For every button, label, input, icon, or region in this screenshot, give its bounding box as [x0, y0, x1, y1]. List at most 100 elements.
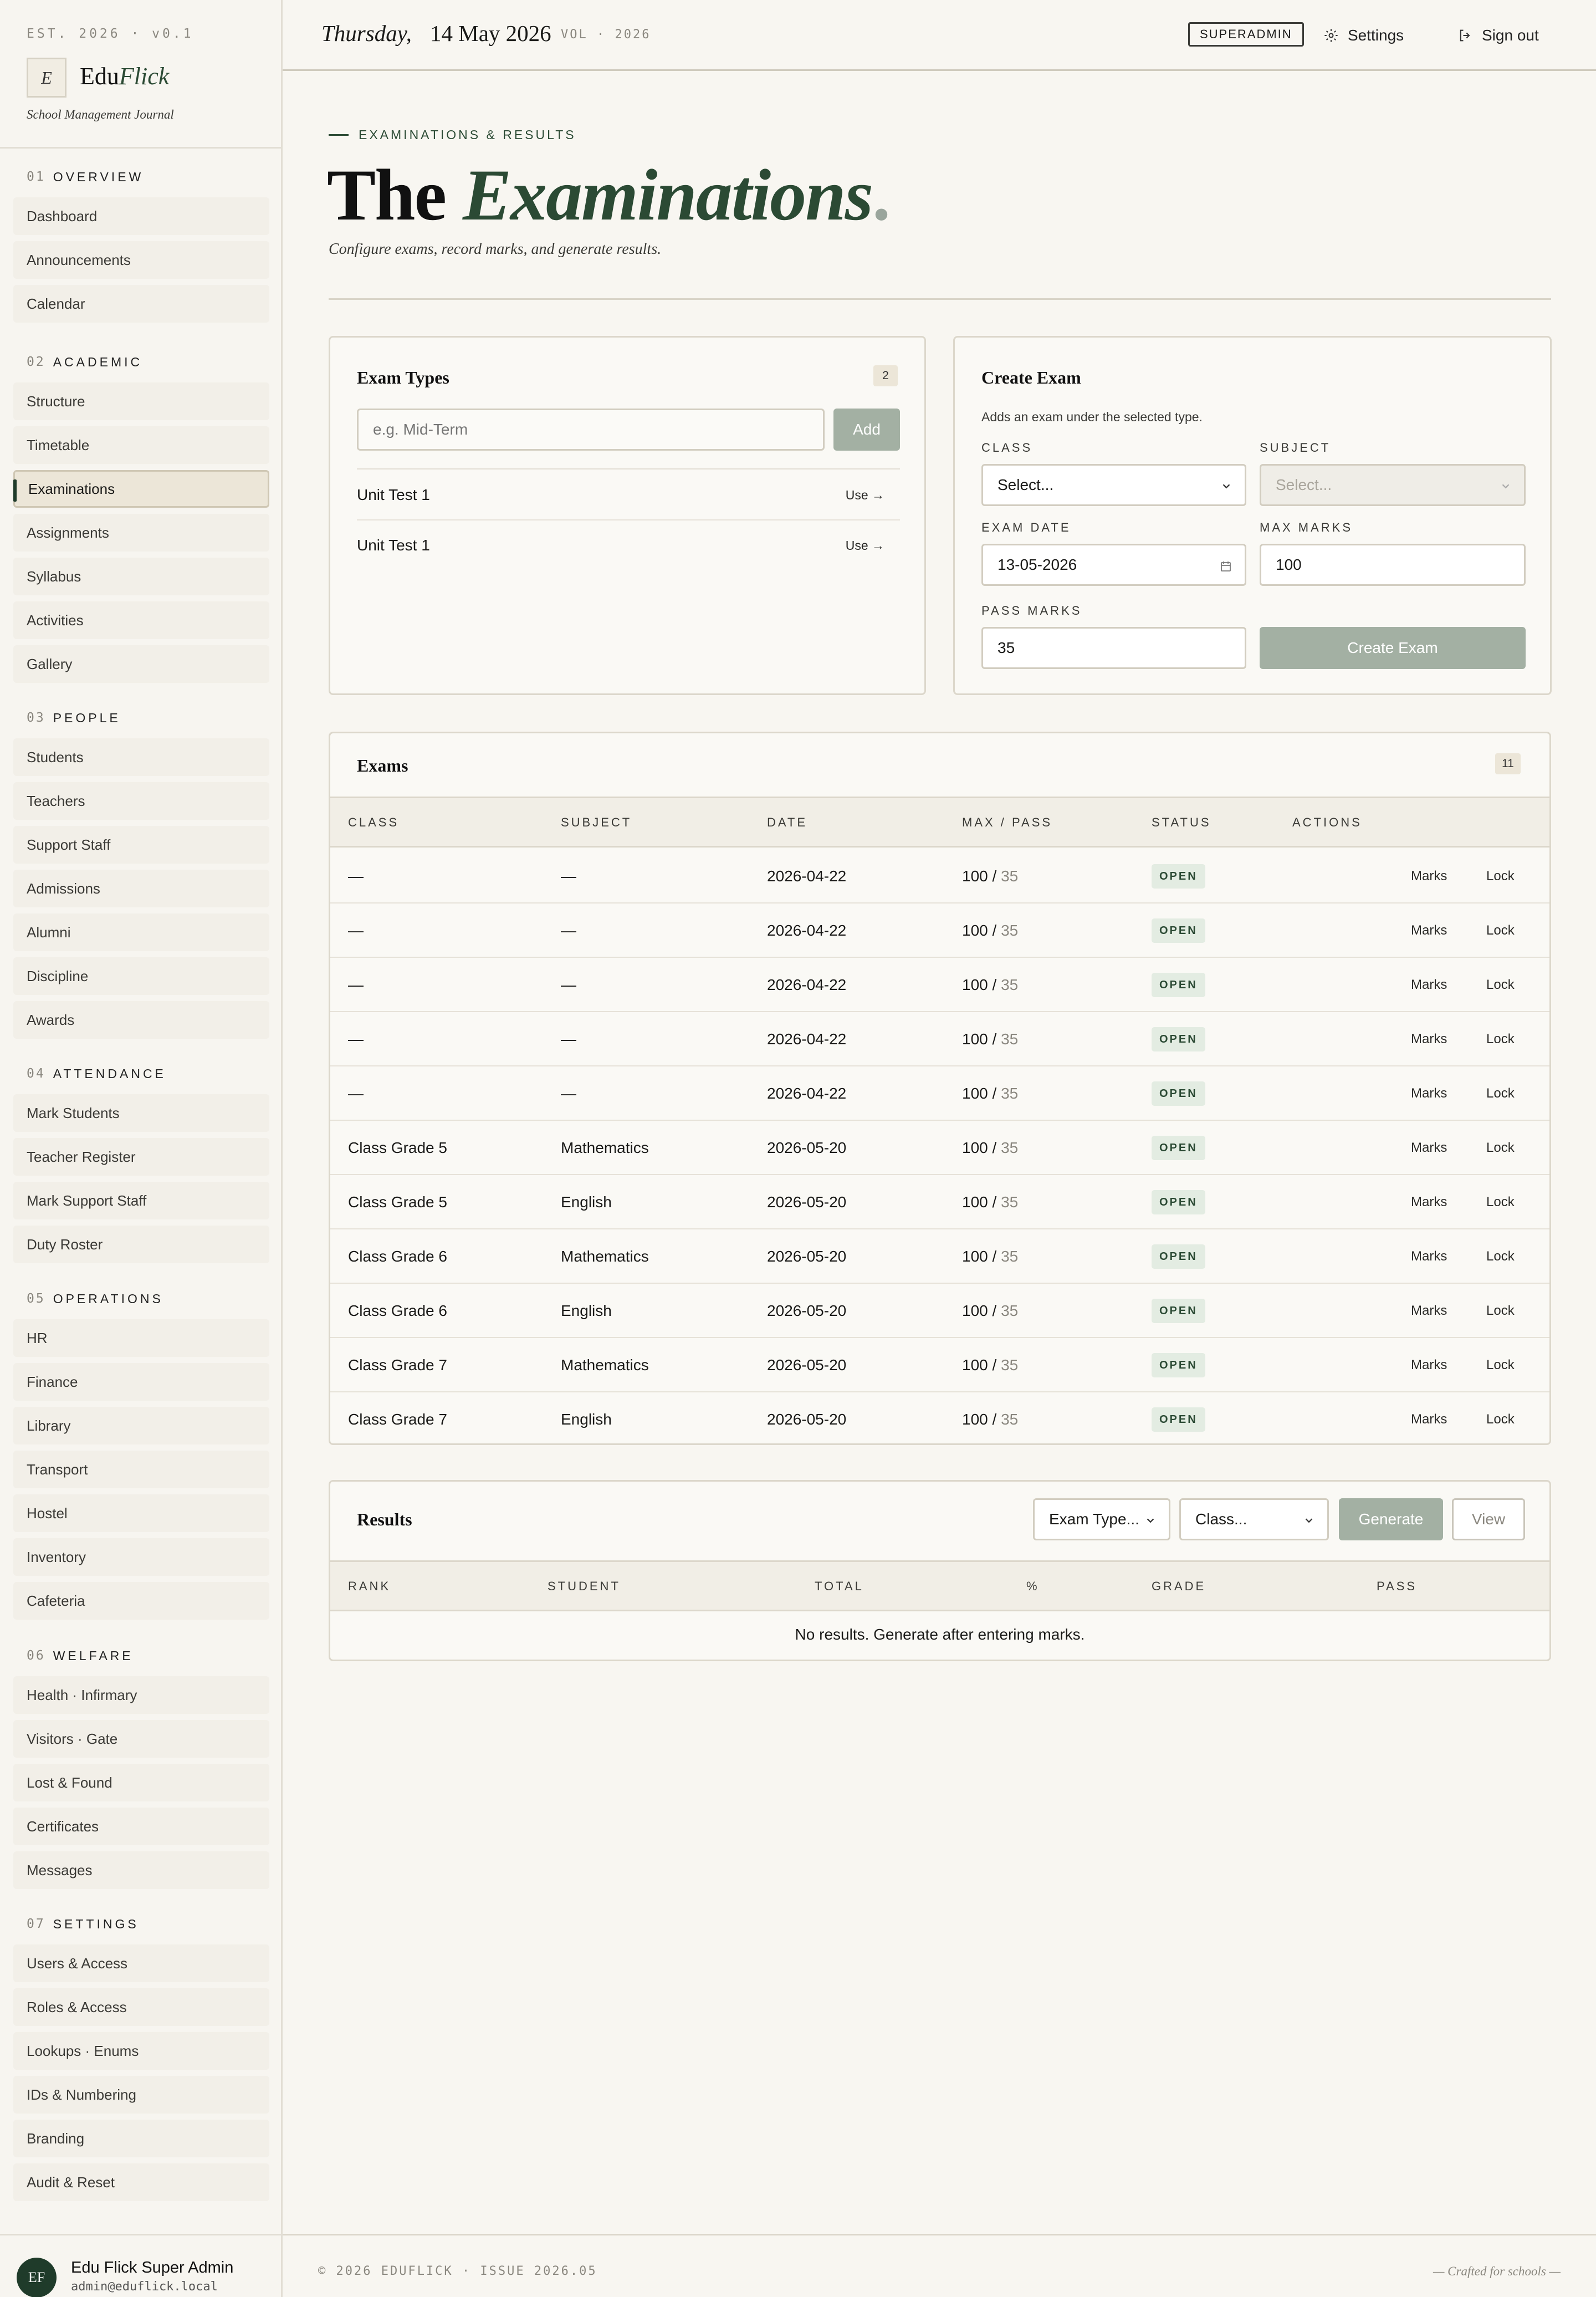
sidebar-item-dashboard[interactable]: Dashboard [13, 197, 269, 235]
lock-button[interactable]: Lock [1486, 1140, 1515, 1156]
exam-type-input[interactable] [357, 409, 825, 451]
view-button[interactable]: View [1452, 1498, 1525, 1540]
sidebar-item-cafeteria[interactable]: Cafeteria [13, 1582, 269, 1620]
cell-date: 2026-04-22 [767, 976, 847, 993]
marks-button[interactable]: Marks [1411, 1412, 1447, 1427]
sidebar-item-audit-reset[interactable]: Audit & Reset [13, 2163, 269, 2201]
sidebar-item-mark-support-staff[interactable]: Mark Support Staff [13, 1182, 269, 1219]
nav-heading: 03 PEOPLE [0, 704, 283, 732]
sidebar-item-structure[interactable]: Structure [13, 382, 269, 420]
sidebar-item-users-access[interactable]: Users & Access [13, 1944, 269, 1982]
sidebar-item-discipline[interactable]: Discipline [13, 957, 269, 995]
sidebar-item-label: Syllabus [27, 568, 81, 585]
lock-button[interactable]: Lock [1486, 1357, 1515, 1373]
marks-button[interactable]: Marks [1411, 1249, 1447, 1264]
class-select[interactable]: Select... [981, 464, 1246, 506]
marks-button[interactable]: Marks [1411, 977, 1447, 993]
lock-button[interactable]: Lock [1486, 1412, 1515, 1427]
sidebar-item-teachers[interactable]: Teachers [13, 782, 269, 820]
sidebar-item-teacher-register[interactable]: Teacher Register [13, 1138, 269, 1176]
exam-type-select[interactable]: Exam Type... [1033, 1498, 1170, 1540]
sidebar-item-visitors-gate[interactable]: Visitors · Gate [13, 1720, 269, 1758]
brand-name[interactable]: EduFlick [80, 62, 169, 90]
sidebar-item-activities[interactable]: Activities [13, 601, 269, 639]
lock-button[interactable]: Lock [1486, 1195, 1515, 1210]
exam-type-name: Unit Test 1 [357, 537, 430, 554]
sidebar-item-lookups-enums[interactable]: Lookups · Enums [13, 2032, 269, 2070]
subject-select[interactable]: Select... [1260, 464, 1526, 506]
marks-button[interactable]: Marks [1411, 1140, 1447, 1156]
user-card[interactable]: EF Edu Flick Super Admin admin@eduflick.… [0, 2234, 283, 2297]
marks-button[interactable]: Marks [1411, 1086, 1447, 1101]
avatar[interactable]: EF [17, 2258, 57, 2297]
nav-heading: 06 WELFARE [0, 1642, 283, 1670]
sign-out-button[interactable]: Sign out [1457, 22, 1539, 49]
marks-button[interactable]: Marks [1411, 923, 1447, 938]
use-exam-type-link[interactable]: Use → [846, 488, 884, 503]
sidebar-item-messages[interactable]: Messages [13, 1851, 269, 1889]
lock-button[interactable]: Lock [1486, 1032, 1515, 1047]
sidebar-item-health-infirmary[interactable]: Health · Infirmary [13, 1676, 269, 1714]
sidebar-item-label: Awards [27, 1011, 75, 1028]
sidebar-item-ids-numbering[interactable]: IDs & Numbering [13, 2076, 269, 2114]
generate-button[interactable]: Generate [1339, 1498, 1443, 1540]
cell-date: 2026-05-20 [767, 1411, 847, 1428]
sidebar-item-transport[interactable]: Transport [13, 1451, 269, 1488]
marks-button[interactable]: Marks [1411, 1195, 1447, 1210]
sidebar-item-mark-students[interactable]: Mark Students [13, 1094, 269, 1132]
calendar-icon[interactable] [1219, 560, 1232, 573]
lock-button[interactable]: Lock [1486, 1303, 1515, 1319]
sidebar-item-roles-access[interactable]: Roles & Access [13, 1988, 269, 2026]
subject-label: SUBJECT [1260, 441, 1331, 455]
sidebar-item-branding[interactable]: Branding [13, 2120, 269, 2157]
sidebar-item-announcements[interactable]: Announcements [13, 241, 269, 279]
create-exam-button[interactable]: Create Exam [1260, 627, 1526, 669]
max-marks-input[interactable]: 100 [1260, 544, 1526, 586]
sidebar-item-lost-found[interactable]: Lost & Found [13, 1764, 269, 1801]
marks-button[interactable]: Marks [1411, 869, 1447, 884]
marks-button[interactable]: Marks [1411, 1357, 1447, 1373]
sidebar-item-students[interactable]: Students [13, 738, 269, 776]
sidebar-item-duty-roster[interactable]: Duty Roster [13, 1226, 269, 1263]
volume-label: VOL · 2026 [561, 28, 651, 42]
lock-button[interactable]: Lock [1486, 869, 1515, 884]
sidebar-item-hr[interactable]: HR [13, 1319, 269, 1357]
marks-button[interactable]: Marks [1411, 1032, 1447, 1047]
use-exam-type-link[interactable]: Use → [846, 538, 884, 553]
sidebar-item-awards[interactable]: Awards [13, 1001, 269, 1039]
footer-tagline: — Crafted for schools — [1433, 2264, 1561, 2278]
marks-button[interactable]: Marks [1411, 1303, 1447, 1319]
page-title-dot: . [872, 154, 891, 236]
sidebar-item-gallery[interactable]: Gallery [13, 645, 269, 683]
sidebar-item-admissions[interactable]: Admissions [13, 870, 269, 907]
sidebar-item-label: Finance [27, 1373, 78, 1390]
add-exam-type-button[interactable]: Add [833, 409, 900, 451]
sidebar-item-assignments[interactable]: Assignments [13, 514, 269, 552]
results-empty-state: No results. Generate after entering mark… [795, 1626, 1085, 1643]
lock-button[interactable]: Lock [1486, 923, 1515, 938]
lock-button[interactable]: Lock [1486, 1249, 1515, 1264]
lock-button[interactable]: Lock [1486, 977, 1515, 993]
sidebar-item-alumni[interactable]: Alumni [13, 913, 269, 951]
sidebar-item-label: Support Staff [27, 836, 111, 853]
sidebar-item-inventory[interactable]: Inventory [13, 1538, 269, 1576]
pass-marks-input[interactable]: 35 [981, 627, 1246, 669]
sidebar-item-syllabus[interactable]: Syllabus [13, 558, 269, 595]
column-header: STUDENT [548, 1579, 621, 1593]
lock-button[interactable]: Lock [1486, 1086, 1515, 1101]
sidebar-item-examinations[interactable]: Examinations [13, 470, 269, 508]
sidebar-item-certificates[interactable]: Certificates [13, 1808, 269, 1845]
sidebar-item-hostel[interactable]: Hostel [13, 1494, 269, 1532]
sidebar-item-label: Audit & Reset [27, 2173, 115, 2191]
cell-subject: — [561, 1085, 576, 1102]
sidebar-item-finance[interactable]: Finance [13, 1363, 269, 1401]
sidebar-item-support-staff[interactable]: Support Staff [13, 826, 269, 864]
sidebar-item-timetable[interactable]: Timetable [13, 426, 269, 464]
sidebar-item-calendar[interactable]: Calendar [13, 285, 269, 323]
user-email: admin@eduflick.local [71, 2280, 218, 2294]
exam-date-input[interactable]: 13-05-2026 [981, 544, 1246, 586]
sidebar-item-label: Roles & Access [27, 1998, 127, 2015]
sidebar-item-library[interactable]: Library [13, 1407, 269, 1444]
settings-button[interactable]: Settings [1323, 22, 1404, 49]
results-class-select[interactable]: Class... [1179, 1498, 1329, 1540]
